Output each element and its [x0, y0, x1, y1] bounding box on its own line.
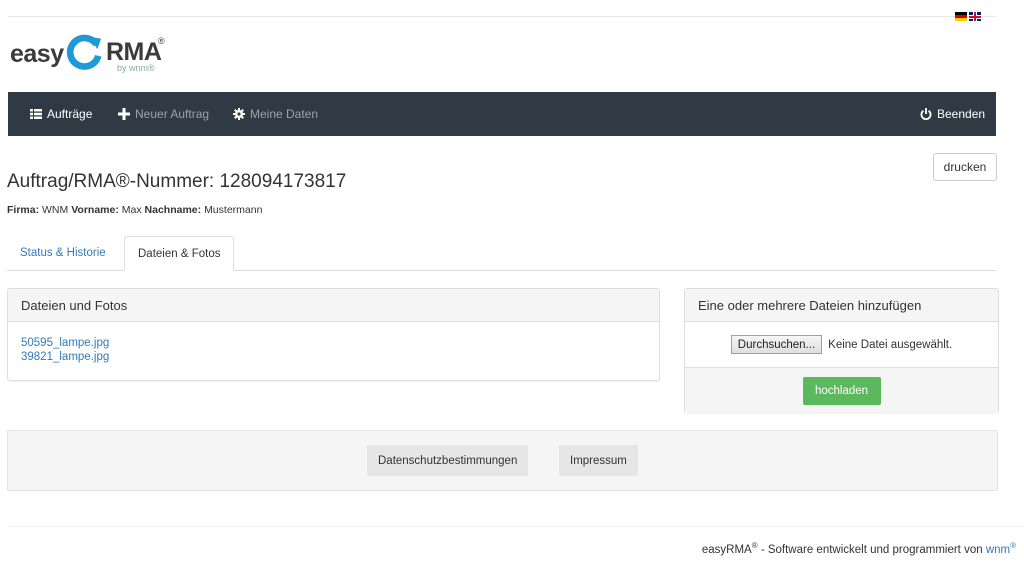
logo-text-easy: easy: [10, 40, 64, 68]
logo-refresh-icon: [66, 34, 102, 70]
no-file-selected-text: Keine Datei ausgewählt.: [828, 338, 953, 351]
nav-item-orders[interactable]: Aufträge: [30, 92, 92, 136]
footer-divider: [8, 526, 1024, 527]
list-icon: [30, 109, 42, 119]
german-flag-icon[interactable]: [955, 12, 967, 21]
nav-item-my-data[interactable]: Meine Daten: [233, 92, 318, 136]
meta-firstname-key: Vorname:: [71, 204, 119, 216]
plus-icon: [118, 108, 130, 120]
upload-panel-heading: Eine oder mehrere Dateien hinzufügen: [685, 289, 998, 322]
nav-label-my-data: Meine Daten: [250, 107, 319, 121]
easyrma-logo[interactable]: easy RMA ® by wnm®: [10, 30, 180, 76]
nav-label-orders: Aufträge: [47, 107, 93, 121]
tab-files-photos[interactable]: Dateien & Fotos: [124, 236, 235, 271]
credits-text: - Software entwickelt und programmiert v…: [757, 543, 986, 556]
imprint-button[interactable]: Impressum: [559, 445, 638, 476]
nav-item-new-order[interactable]: Neuer Auftrag: [118, 92, 209, 136]
privacy-button[interactable]: Datenschutzbestimmungen: [367, 445, 529, 476]
upload-panel: Eine oder mehrere Dateien hinzufügen Dur…: [684, 288, 999, 414]
english-flag-icon[interactable]: [969, 12, 981, 21]
credits: easyRMA ® - Software entwickelt und progr…: [702, 541, 1016, 556]
credits-link-mark: ®: [1010, 541, 1016, 550]
file-link[interactable]: 39821_lampe.jpg: [21, 350, 659, 364]
print-button[interactable]: drucken: [933, 153, 997, 181]
files-panel-heading: Dateien und Fotos: [8, 289, 659, 322]
header-divider: [8, 16, 996, 17]
file-list: 50595_lampe.jpg 39821_lampe.jpg: [8, 322, 659, 364]
meta-lastname-key: Nachname:: [144, 204, 202, 216]
nav-label-new-order: Neuer Auftrag: [135, 107, 210, 121]
upload-button[interactable]: hochladen: [802, 377, 881, 405]
files-panel: Dateien und Fotos 50595_lampe.jpg 39821_…: [7, 288, 660, 381]
power-icon: [920, 108, 932, 120]
page-title: Auftrag/RMA®-Nummer: 128094173817: [7, 171, 347, 192]
meta-company-key: Firma:: [7, 204, 40, 216]
wnm-link[interactable]: wnm: [986, 544, 1010, 556]
meta-firstname-value: Max: [121, 204, 142, 216]
file-input: Durchsuchen... Keine Datei ausgewählt.: [685, 322, 998, 368]
language-switcher: [955, 12, 981, 21]
credits-brand: easyRMA: [701, 543, 752, 556]
footer-links: Datenschutzbestimmungen Impressum: [7, 430, 998, 491]
file-link[interactable]: 50595_lampe.jpg: [21, 336, 659, 350]
upload-footer: hochladen: [685, 368, 998, 414]
logout-button[interactable]: Beenden: [920, 92, 985, 136]
tab-status-history[interactable]: Status & Historie: [7, 236, 119, 270]
logo-registered-mark: ®: [158, 36, 165, 46]
detail-tabs: Status & Historie Dateien & Fotos: [7, 236, 997, 271]
meta-company-value: WNM: [42, 204, 69, 216]
logout-label: Beenden: [937, 107, 986, 121]
gear-icon: [233, 108, 245, 120]
browse-button[interactable]: Durchsuchen...: [730, 335, 823, 354]
meta-lastname-value: Mustermann: [204, 204, 263, 216]
logo-byline: by wnm®: [117, 63, 155, 73]
order-meta: Firma: WNM Vorname: Max Nachname: Muster…: [7, 204, 262, 216]
main-navbar: Aufträge Neuer Auftrag Meine Daten Beend…: [8, 92, 996, 136]
